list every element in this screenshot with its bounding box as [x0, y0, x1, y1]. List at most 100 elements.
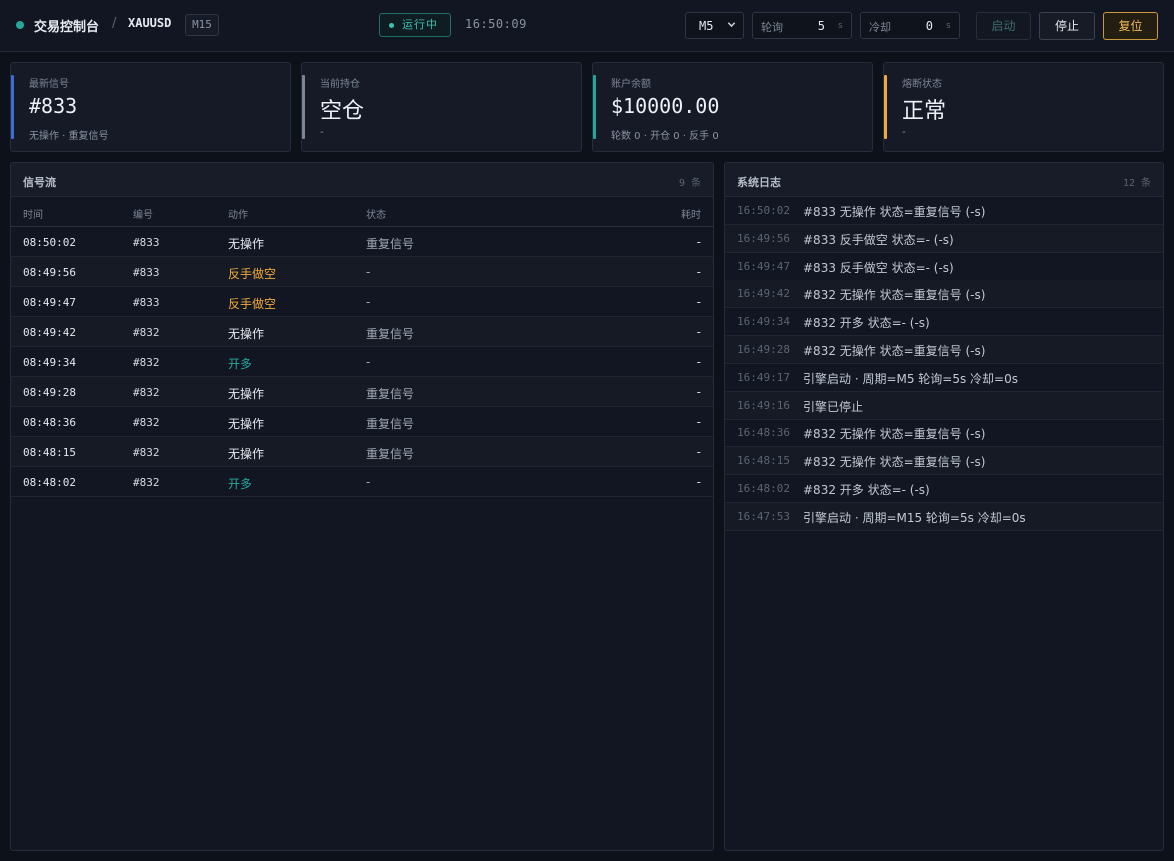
log-message: #833 反手做空 状态=- (-s) — [803, 260, 954, 275]
card-value: $10000.00 — [611, 94, 720, 118]
log-message: #832 无操作 状态=重复信号 (-s) — [803, 427, 986, 442]
cell-state: 重复信号 — [366, 387, 415, 401]
card-subtext: - — [902, 127, 906, 138]
card-accent-bar — [11, 75, 14, 139]
log-message: 引擎启动 · 周期=M15 轮询=5s 冷却=0s — [803, 510, 1026, 525]
table-row[interactable]: 08:48:02 #832 开多 - - — [11, 467, 713, 497]
log-entry: 16:49:34 #832 开多 状态=- (-s) — [725, 308, 1163, 337]
timeframe-select[interactable]: M5 — [685, 12, 744, 39]
poll-interval-field[interactable]: 轮询 5 s — [752, 12, 852, 39]
connection-status-dot — [16, 21, 24, 29]
panel-header: 系统日志 12 条 — [725, 163, 1163, 197]
cell-action: 无操作 — [228, 237, 265, 251]
cell-time: 08:49:28 — [23, 386, 76, 399]
reset-button[interactable]: 复位 — [1103, 12, 1158, 40]
panel-title: 信号流 — [23, 176, 56, 189]
cell-time: 08:49:42 — [23, 326, 76, 339]
cell-state: - — [366, 355, 371, 369]
table-row[interactable]: 08:49:28 #832 无操作 重复信号 - — [11, 377, 713, 407]
cell-state: 重复信号 — [366, 417, 415, 431]
cell-elapsed: - — [696, 265, 701, 279]
table-row[interactable]: 08:48:15 #832 无操作 重复信号 - — [11, 437, 713, 467]
table-row[interactable]: 08:48:36 #832 无操作 重复信号 - — [11, 407, 713, 437]
card-subtext: 轮数 0 · 开仓 0 · 反手 0 — [611, 131, 719, 142]
card-value: 空仓 — [320, 99, 365, 124]
card-subtext: 无操作 · 重复信号 — [29, 131, 109, 142]
cell-number: #833 — [133, 236, 160, 249]
log-time: 16:48:36 — [737, 426, 790, 440]
balance-card: 账户余额 $10000.00 轮数 0 · 开仓 0 · 反手 0 — [592, 62, 873, 152]
cell-state: - — [366, 265, 371, 279]
column-header-time: 时间 — [23, 210, 43, 221]
cell-action: 反手做空 — [228, 267, 277, 281]
table-row[interactable]: 08:49:56 #833 反手做空 - - — [11, 257, 713, 287]
timeframe-badge: M15 — [185, 14, 219, 36]
cell-number: #832 — [133, 326, 160, 339]
column-header-elapsed: 耗时 — [681, 210, 701, 221]
poll-interval-value: 5 — [817, 19, 825, 33]
card-value: #833 — [29, 94, 78, 118]
log-time: 16:48:15 — [737, 454, 790, 468]
log-entry: 16:48:02 #832 开多 状态=- (-s) — [725, 475, 1163, 503]
column-header-number: 编号 — [133, 210, 153, 221]
cell-time: 08:50:02 — [23, 236, 76, 249]
log-entry: 16:48:36 #832 无操作 状态=重复信号 (-s) — [725, 419, 1163, 448]
table-row[interactable]: 08:49:34 #832 开多 - - — [11, 347, 713, 377]
start-button[interactable]: 启动 — [976, 12, 1031, 40]
card-accent-bar — [593, 75, 596, 139]
card-label: 熔断状态 — [902, 79, 942, 90]
log-entry: 16:47:53 引擎启动 · 周期=M15 轮询=5s 冷却=0s — [725, 502, 1163, 531]
log-time: 16:49:47 — [737, 259, 790, 273]
cell-action: 无操作 — [228, 327, 265, 341]
log-entry: 16:49:56 #833 反手做空 状态=- (-s) — [725, 224, 1163, 253]
log-message: #832 开多 状态=- (-s) — [803, 316, 930, 331]
card-accent-bar — [302, 75, 305, 139]
log-entry: 16:49:17 引擎启动 · 周期=M5 轮询=5s 冷却=0s — [725, 364, 1163, 392]
poll-interval-label: 轮询 — [761, 21, 783, 34]
breadcrumb-separator: / — [112, 16, 117, 31]
log-entry: 16:49:42 #832 无操作 状态=重复信号 (-s) — [725, 280, 1163, 309]
panel-count: 9 条 — [678, 178, 701, 189]
cell-elapsed: - — [696, 385, 701, 399]
log-time: 16:49:42 — [737, 287, 790, 301]
app-title: 交易控制台 — [34, 20, 100, 35]
log-message: 引擎启动 · 周期=M5 轮询=5s 冷却=0s — [803, 371, 1018, 386]
timeframe-select-value: M5 — [699, 19, 714, 33]
cell-state: 重复信号 — [366, 327, 415, 341]
signal-stream-panel: 信号流 9 条 时间 编号 动作 状态 耗时 08:50:02 #833 无操作 重复… — [10, 162, 714, 851]
cell-time: 08:49:56 — [23, 266, 76, 279]
table-row[interactable]: 08:50:02 #833 无操作 重复信号 - — [11, 227, 713, 257]
engine-status-badge: 运行中 — [379, 13, 451, 37]
log-entry: 16:49:16 引擎已停止 — [725, 391, 1163, 420]
cooldown-field[interactable]: 冷却 0 s — [860, 12, 960, 39]
card-label: 当前持仓 — [320, 79, 360, 90]
cell-state: - — [366, 295, 371, 309]
cell-action: 无操作 — [228, 417, 265, 431]
column-header-state: 状态 — [366, 210, 386, 221]
cell-number: #832 — [133, 416, 160, 429]
cell-elapsed: - — [696, 475, 701, 489]
status-label: 运行中 — [402, 18, 438, 31]
log-time: 16:47:53 — [737, 509, 790, 523]
log-time: 16:50:02 — [737, 204, 790, 217]
cell-elapsed: - — [696, 355, 701, 369]
table-row[interactable]: 08:49:47 #833 反手做空 - - — [11, 287, 713, 317]
symbol-label: XAUUSD — [128, 16, 172, 30]
circuit-breaker-card: 熔断状态 正常 - — [883, 62, 1164, 152]
cell-elapsed: - — [696, 295, 701, 309]
cell-action: 无操作 — [228, 387, 265, 401]
cell-elapsed: - — [696, 415, 701, 429]
cell-time: 08:49:34 — [23, 356, 76, 369]
cell-number: #833 — [133, 266, 160, 279]
latest-signal-card: 最新信号 #833 无操作 · 重复信号 — [10, 62, 291, 152]
log-entry: 16:50:02 #833 无操作 状态=重复信号 (-s) — [725, 197, 1163, 225]
stop-button[interactable]: 停止 — [1039, 12, 1095, 40]
cell-number: #832 — [133, 356, 160, 369]
cell-number: #832 — [133, 446, 160, 459]
log-message: #833 反手做空 状态=- (-s) — [803, 232, 954, 247]
table-row[interactable]: 08:49:42 #832 无操作 重复信号 - — [11, 317, 713, 347]
cell-number: #833 — [133, 296, 160, 309]
card-label: 最新信号 — [29, 79, 69, 90]
panel-header: 信号流 9 条 — [11, 163, 713, 197]
top-bar: 交易控制台 / XAUUSD M15 运行中 16:50:09 M5 轮询 5 … — [0, 0, 1174, 52]
